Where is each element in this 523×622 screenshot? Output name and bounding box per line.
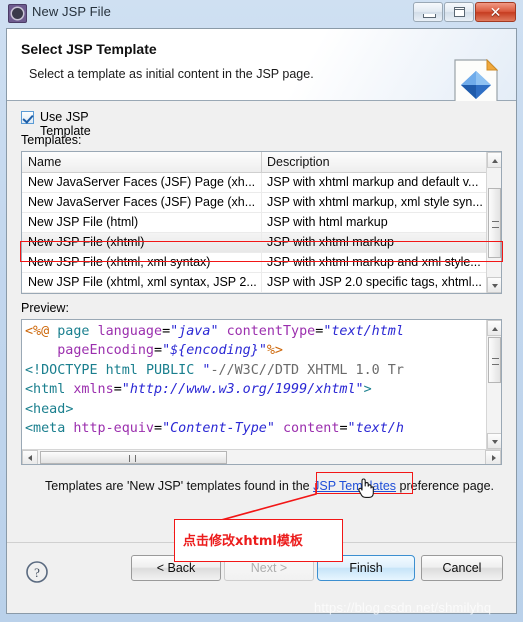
footnote-after: preference page. — [396, 479, 495, 493]
annotation-text: 点击修改xhtml模板 — [183, 534, 303, 549]
template-description: JSP with xhtml markup — [267, 235, 394, 249]
preview-vertical-scrollbar[interactable] — [486, 320, 501, 449]
column-header-description[interactable]: Description — [267, 155, 330, 169]
preview-label: Preview: — [21, 301, 69, 315]
template-description: JSP with xhtml markup and default v... — [267, 175, 479, 189]
watermark: https://blog.csdn.net/shmilyhq — [314, 600, 492, 615]
template-name: New JavaServer Faces (JSF) Page (xh... — [28, 195, 256, 209]
maximize-button[interactable] — [444, 2, 474, 22]
table-row[interactable]: New JSP File (xhtml, xml syntax, JSP 2..… — [22, 273, 488, 293]
window-title: New JSP File — [32, 4, 111, 19]
template-description: JSP with xhtml markup and xml style... — [267, 255, 481, 269]
help-icon[interactable]: ? — [25, 560, 49, 584]
preview-scroll-left-arrow-icon[interactable] — [22, 450, 38, 464]
jsp-gear-icon — [8, 4, 27, 23]
row-divider — [261, 173, 262, 192]
footnote: Templates are 'New JSP' templates found … — [45, 479, 495, 493]
templates-table[interactable]: Name Description New JavaServer Faces (J… — [21, 151, 502, 294]
column-header-name[interactable]: Name — [28, 155, 61, 169]
hand-cursor-icon — [358, 478, 374, 498]
preview-pane[interactable]: <%@ page language="java" contentType="te… — [21, 319, 502, 465]
template-description: JSP with xhtml markup, xml style syn... — [267, 195, 482, 209]
column-divider[interactable] — [261, 152, 262, 173]
scroll-down-arrow-icon[interactable] — [487, 277, 501, 293]
annotation-callout: 点击修改xhtml模板 — [174, 519, 343, 562]
template-name: New JavaServer Faces (JSF) Page (xh... — [28, 175, 256, 189]
preview-horizontal-scrollbar[interactable] — [22, 449, 501, 464]
wizard-content: Use JSP Template Templates: Name Descrip… — [7, 101, 516, 542]
dialog-window: New JSP File ✕ Select JSP Template Selec… — [0, 0, 523, 622]
scrollbar-thumb[interactable] — [488, 188, 501, 258]
preview-scroll-down-arrow-icon[interactable] — [487, 433, 501, 449]
preview-hscroll-thumb[interactable] — [40, 451, 227, 464]
page-title: Select JSP Template — [21, 41, 157, 57]
templates-label: Templates: — [21, 133, 82, 147]
table-body: New JavaServer Faces (JSF) Page (xh... JS… — [22, 173, 488, 293]
close-button[interactable]: ✕ — [475, 2, 516, 22]
template-description: JSP with html markup — [267, 215, 388, 229]
cancel-button[interactable]: Cancel — [421, 555, 503, 581]
row-divider — [261, 233, 262, 252]
table-row[interactable]: New JavaServer Faces (JSF) Page (xh... JS… — [22, 173, 488, 193]
row-divider — [261, 273, 262, 292]
preview-vscroll-thumb[interactable] — [488, 337, 501, 383]
use-jsp-template-checkbox[interactable] — [21, 111, 34, 124]
table-row[interactable]: New JSP File (xhtml, xml syntax) JSP with… — [22, 253, 488, 273]
title-bar: New JSP File ✕ — [0, 0, 523, 27]
row-divider — [261, 213, 262, 232]
template-name: New JSP File (xhtml, xml syntax, JSP 2..… — [28, 275, 256, 289]
row-divider — [261, 253, 262, 272]
table-header: Name Description — [22, 152, 501, 173]
table-row[interactable]: New JSP File (xhtml) JSP with xhtml marku… — [22, 233, 488, 253]
template-name: New JSP File (html) — [28, 215, 139, 229]
svg-text:?: ? — [34, 565, 40, 580]
template-description: JSP with JSP 2.0 specific tags, xhtml... — [267, 275, 482, 289]
table-row[interactable]: New JavaServer Faces (JSF) Page (xh... JS… — [22, 193, 488, 213]
minimize-button[interactable] — [413, 2, 443, 22]
table-row[interactable]: New JSP File (html) JSP with html markup — [22, 213, 488, 233]
row-divider — [261, 193, 262, 212]
preview-code: <%@ page language="java" contentType="te… — [25, 324, 404, 437]
wizard-banner: Select JSP Template Select a template as… — [7, 29, 516, 109]
preview-scroll-up-arrow-icon[interactable] — [487, 320, 501, 336]
preview-scroll-right-arrow-icon[interactable] — [485, 450, 501, 464]
template-name: New JSP File (xhtml) — [28, 235, 145, 249]
templates-vertical-scrollbar[interactable] — [486, 152, 501, 293]
jsp-templates-link[interactable]: JSP Templates — [313, 479, 396, 493]
close-icon: ✕ — [489, 3, 502, 20]
footnote-before: Templates are 'New JSP' templates found … — [45, 479, 314, 493]
template-name: New JSP File (xhtml, xml syntax) — [28, 255, 211, 269]
scroll-up-arrow-icon[interactable] — [487, 152, 501, 168]
page-subtitle: Select a template as initial content in … — [29, 67, 314, 81]
